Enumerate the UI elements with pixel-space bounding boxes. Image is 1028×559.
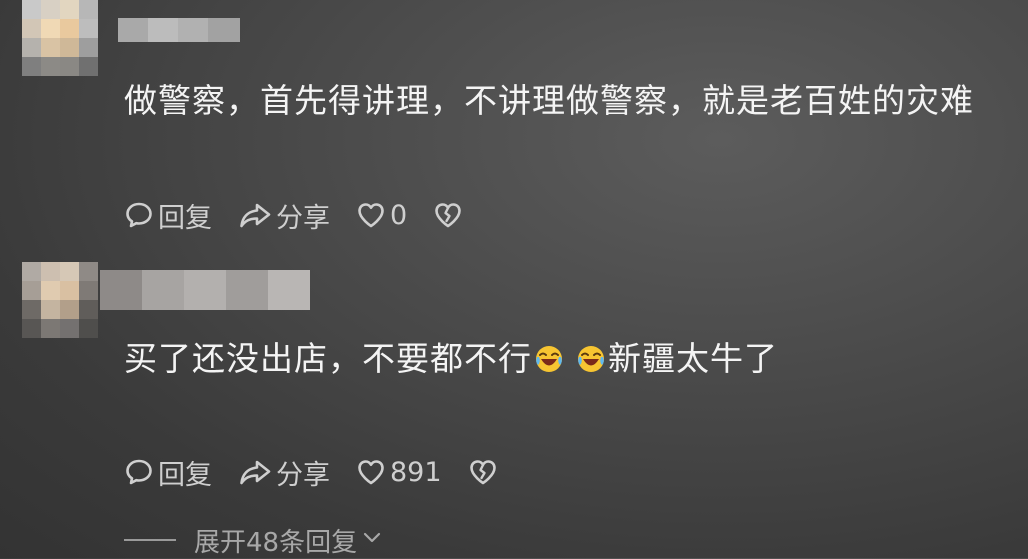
comment-text-content: 买了还没出店，不要都不行	[124, 339, 532, 378]
avatar[interactable]	[22, 0, 98, 76]
comment-bubble-icon	[124, 200, 154, 230]
comment-item: 做警察，首先得讲理，不讲理做警察，就是老百姓的灾难 回复 分享 0	[0, 0, 1028, 250]
comment-item: 买了还没出店，不要都不行 新疆太牛了 回复 分享 891	[0, 262, 1028, 512]
reply-label: 回复	[158, 459, 212, 491]
like-button[interactable]: 0	[356, 200, 407, 231]
chevron-down-icon	[361, 525, 383, 555]
share-label: 分享	[276, 459, 330, 491]
share-arrow-icon	[238, 457, 272, 487]
dislike-button[interactable]	[433, 200, 463, 230]
comment-text-suffix: 新疆太牛了	[608, 339, 778, 378]
heart-icon	[356, 200, 386, 230]
dislike-button[interactable]	[468, 457, 498, 487]
divider-dash	[124, 539, 176, 541]
like-count: 0	[390, 199, 408, 231]
expand-replies-button[interactable]: 展开48条回复	[124, 524, 383, 558]
laughing-crying-emoji	[576, 342, 606, 372]
share-label: 分享	[276, 202, 330, 234]
like-count: 891	[390, 456, 442, 488]
comment-actions: 回复 分享 0	[124, 196, 489, 235]
comment-text: 做警察，首先得讲理，不讲理做警察，就是老百姓的灾难	[124, 80, 974, 122]
username-blurred[interactable]	[100, 270, 310, 310]
reply-button[interactable]: 回复	[124, 196, 212, 235]
reply-label: 回复	[158, 202, 212, 234]
username-blurred[interactable]	[118, 18, 240, 42]
share-button[interactable]: 分享	[238, 453, 330, 492]
heart-icon	[356, 457, 386, 487]
expand-replies-label: 展开48条回复	[194, 527, 358, 558]
laughing-crying-emoji	[534, 342, 564, 372]
share-button[interactable]: 分享	[238, 196, 330, 235]
like-button[interactable]: 891	[356, 457, 442, 488]
comment-text: 买了还没出店，不要都不行 新疆太牛了	[124, 338, 778, 380]
share-arrow-icon	[238, 200, 272, 230]
comment-actions: 回复 分享 891	[124, 453, 524, 492]
reply-button[interactable]: 回复	[124, 453, 212, 492]
comment-bubble-icon	[124, 457, 154, 487]
comment-text-content: 做警察，首先得讲理，不讲理做警察，就是老百姓的灾难	[124, 81, 974, 120]
broken-heart-icon	[433, 200, 463, 230]
broken-heart-icon	[468, 457, 498, 487]
avatar[interactable]	[22, 262, 98, 338]
